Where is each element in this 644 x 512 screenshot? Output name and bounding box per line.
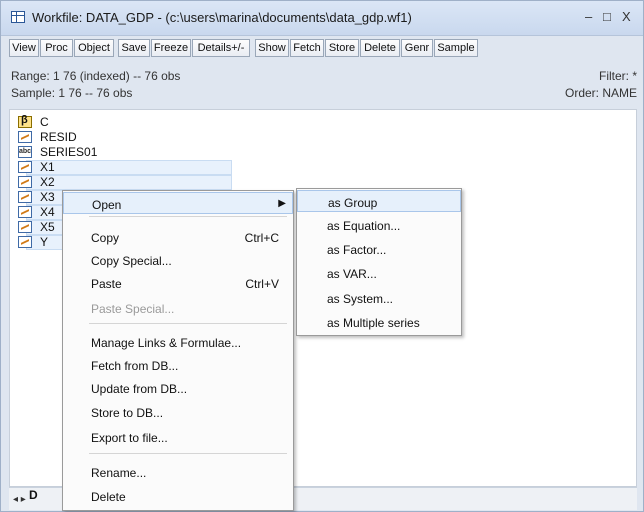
menu-item-rename[interactable]: Rename... xyxy=(63,461,293,483)
details-button[interactable]: Details+/- xyxy=(192,39,250,57)
series-icon xyxy=(18,191,32,203)
title-bar[interactable]: Workfile: DATA_GDP - (c:\users\marina\do… xyxy=(1,1,643,36)
workfile-info: Range: 1 76 (indexed) -- 76 obs Sample: … xyxy=(9,65,637,107)
close-icon[interactable]: X xyxy=(622,9,631,24)
delete-button[interactable]: Delete xyxy=(360,39,400,57)
submenu-item-as-multiple-series[interactable]: as Multiple series xyxy=(297,311,461,333)
context-menu: Open ▶ Copy Ctrl+C Copy Special... Paste Ct… xyxy=(62,190,294,511)
genr-button[interactable]: Genr xyxy=(401,39,433,57)
range-text: Range: 1 76 (indexed) -- 76 obs xyxy=(11,69,181,83)
alpha-icon xyxy=(18,146,32,158)
menu-item-store-to-db[interactable]: Store to DB... xyxy=(63,401,293,423)
freeze-button[interactable]: Freeze xyxy=(151,39,191,57)
series-icon xyxy=(18,221,32,233)
object-button[interactable]: Object xyxy=(74,39,114,57)
store-button[interactable]: Store xyxy=(325,39,359,57)
submenu-item-as-factor[interactable]: as Factor... xyxy=(297,238,461,260)
menu-item-copy-special[interactable]: Copy Special... xyxy=(63,249,293,271)
menu-item-fetch-from-db[interactable]: Fetch from DB... xyxy=(63,354,293,376)
sample-text: Sample: 1 76 -- 76 obs xyxy=(11,86,133,100)
open-submenu: as Group as Equation... as Factor... as … xyxy=(296,188,462,336)
selection-highlight xyxy=(26,175,232,190)
series-icon xyxy=(18,236,32,248)
menu-item-copy[interactable]: Copy Ctrl+C xyxy=(63,226,293,248)
menu-item-update-from-db[interactable]: Update from DB... xyxy=(63,377,293,399)
menu-separator xyxy=(89,216,287,217)
menu-item-manage-links[interactable]: Manage Links & Formulae... xyxy=(63,331,293,353)
tab-workfile-page[interactable]: D xyxy=(29,488,38,502)
submenu-arrow-icon: ▶ xyxy=(278,198,286,209)
order-text: Order: NAME xyxy=(564,86,637,100)
tab-scroll-arrows-icon[interactable]: ◂ ▸ xyxy=(13,494,26,505)
filter-text: Filter: * xyxy=(598,69,637,83)
menu-separator xyxy=(89,453,287,454)
minimize-icon[interactable]: – xyxy=(585,9,592,24)
save-button[interactable]: Save xyxy=(118,39,150,57)
series-icon xyxy=(18,131,32,143)
series-icon xyxy=(18,176,32,188)
workfile-icon xyxy=(11,11,25,23)
show-button[interactable]: Show xyxy=(255,39,289,57)
menu-separator xyxy=(89,323,287,324)
view-button[interactable]: View xyxy=(9,39,39,57)
series-icon xyxy=(18,206,32,218)
menu-item-delete[interactable]: Delete xyxy=(63,485,293,507)
menu-item-open[interactable]: Open ▶ xyxy=(63,192,293,214)
menu-item-paste-special: Paste Special... xyxy=(91,302,175,316)
window-title: Workfile: DATA_GDP - (c:\users\marina\do… xyxy=(32,10,412,25)
menu-item-export-to-file[interactable]: Export to file... xyxy=(63,426,293,448)
submenu-item-as-equation[interactable]: as Equation... xyxy=(297,214,461,236)
series-icon xyxy=(18,161,32,173)
coef-icon xyxy=(18,114,32,128)
proc-button[interactable]: Proc xyxy=(40,39,73,57)
submenu-item-as-system[interactable]: as System... xyxy=(297,287,461,309)
submenu-item-as-group[interactable]: as Group xyxy=(297,190,461,212)
fetch-button[interactable]: Fetch xyxy=(290,39,324,57)
maximize-icon[interactable]: □ xyxy=(603,9,611,24)
selection-highlight xyxy=(26,160,232,175)
sample-button[interactable]: Sample xyxy=(434,39,478,57)
submenu-item-as-var[interactable]: as VAR... xyxy=(297,262,461,284)
menu-item-paste[interactable]: Paste Ctrl+V xyxy=(63,272,293,294)
